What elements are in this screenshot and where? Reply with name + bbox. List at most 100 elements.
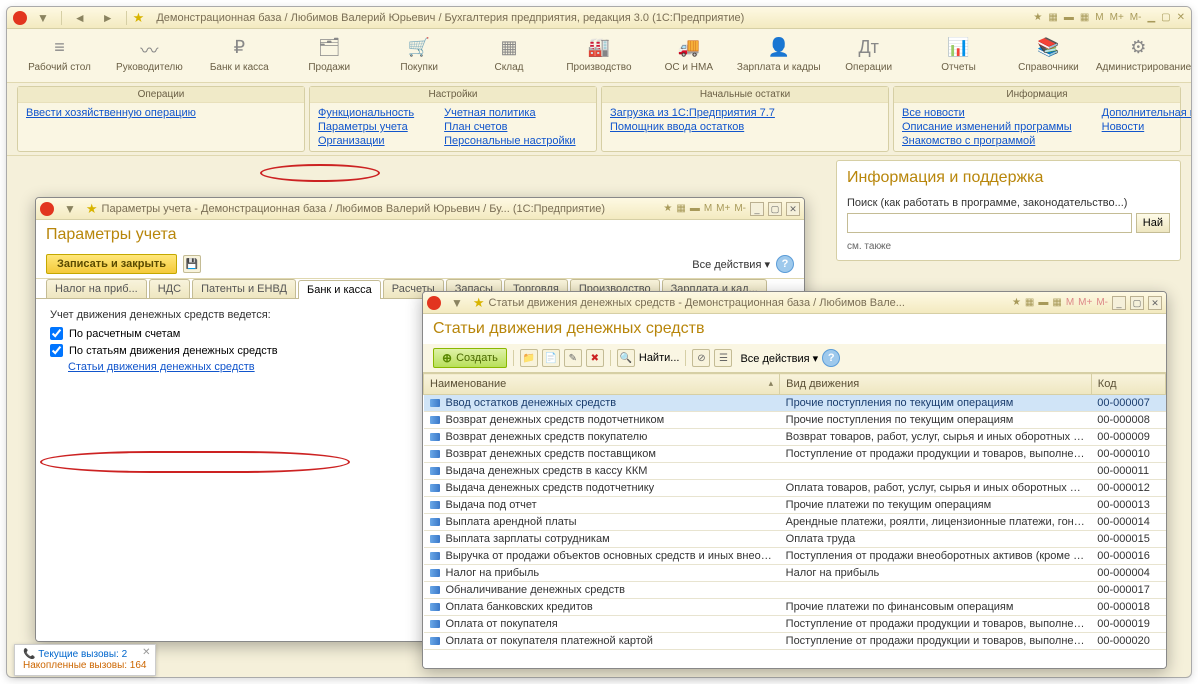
maximize-button[interactable]: ▢ <box>768 202 782 216</box>
favorite-icon[interactable]: ★ <box>133 10 145 26</box>
titlebar-icon[interactable]: M <box>704 203 712 214</box>
panel-link[interactable]: Помощник ввода остатков <box>610 121 775 133</box>
dropdown-icon[interactable]: ▼ <box>31 11 55 25</box>
close-button[interactable]: ✕ <box>786 202 800 216</box>
nav-back-icon[interactable]: ◄ <box>68 11 92 25</box>
tab[interactable]: Патенты и ЕНВД <box>192 279 296 298</box>
table-row[interactable]: Выплата зарплаты сотрудникамОплата труда… <box>424 531 1166 548</box>
panel-link[interactable]: Загрузка из 1С:Предприятия 7.7 <box>610 107 775 119</box>
table-wrap[interactable]: Наименование▴ Вид движения Код Ввод оста… <box>423 373 1166 668</box>
close-icon[interactable]: ✕ <box>142 647 150 658</box>
table-row[interactable]: Выдача денежных средств подотчетникуОпла… <box>424 480 1166 497</box>
tab[interactable]: НДС <box>149 279 190 298</box>
search-input[interactable] <box>847 213 1132 233</box>
tab[interactable]: Налог на приб... <box>46 279 147 298</box>
dropdown-icon[interactable]: ▼ <box>58 202 82 216</box>
edit-button[interactable]: ✎ <box>564 349 582 367</box>
find-button[interactable]: Найти... <box>639 352 680 364</box>
titlebar-icon[interactable]: ★ <box>663 203 672 214</box>
toolbar-item[interactable]: 🚚ОС и НМА <box>646 37 731 74</box>
panel-link[interactable]: Организации <box>318 135 414 147</box>
panel-link[interactable]: План счетов <box>444 121 575 133</box>
toolbar-item[interactable]: ₽Банк и касса <box>197 37 282 74</box>
toolbar-item[interactable]: ≡Рабочий стол <box>17 37 102 74</box>
table-row[interactable]: Возврат денежных средств поставщикомПост… <box>424 446 1166 463</box>
maximize-button[interactable]: ▢ <box>1130 296 1144 310</box>
titlebar-icon[interactable]: ▦ <box>1048 12 1057 23</box>
col-type[interactable]: Вид движения <box>780 374 1092 395</box>
panel-link[interactable]: Все новости <box>902 107 1072 119</box>
create-button[interactable]: ⊕Создать <box>433 348 507 368</box>
checkbox-input[interactable] <box>50 344 63 357</box>
minimize-icon[interactable]: ▁ <box>1147 12 1155 23</box>
titlebar-icon[interactable]: M <box>1095 12 1103 23</box>
panel-link[interactable]: Знакомство с программой <box>902 135 1072 147</box>
table-row[interactable]: Оплата от покупателя платежной картойПос… <box>424 633 1166 650</box>
tab[interactable]: Банк и касса <box>298 280 381 299</box>
titlebar-icon[interactable]: ▦ <box>1052 297 1061 308</box>
save-icon-button[interactable]: 💾 <box>183 255 201 273</box>
toolbar-item[interactable]: 🛒Покупки <box>377 37 462 74</box>
table-row[interactable]: Возврат денежных средств покупателюВозвр… <box>424 429 1166 446</box>
titlebar-icon[interactable]: M- <box>1130 12 1142 23</box>
titlebar-icon[interactable]: ★ <box>1012 297 1021 308</box>
titlebar-icon[interactable]: ▦ <box>1080 12 1089 23</box>
copy-button[interactable]: 📄 <box>542 349 560 367</box>
titlebar-icon[interactable]: ▬ <box>1038 297 1048 308</box>
titlebar-icon[interactable]: M+ <box>1078 297 1092 308</box>
panel-link[interactable]: Ввести хозяйственную операцию <box>26 107 196 119</box>
panel-link[interactable]: Параметры учета <box>318 121 414 133</box>
titlebar-icon[interactable]: M <box>1066 297 1074 308</box>
titlebar-icon[interactable]: ▦ <box>1025 297 1034 308</box>
toolbar-item[interactable]: ⚙Администрирование <box>1096 37 1181 74</box>
table-row[interactable]: Выдача под отчетПрочие платежи по текущи… <box>424 497 1166 514</box>
panel-link[interactable]: Дополнительная информация <box>1102 107 1192 119</box>
maximize-icon[interactable]: ▢ <box>1161 12 1170 23</box>
nav-fwd-icon[interactable]: ► <box>96 11 120 25</box>
all-actions-button[interactable]: Все действия ▾ <box>740 352 818 365</box>
toolbar-item[interactable]: 📊Отчеты <box>916 37 1001 74</box>
new-folder-button[interactable]: 📁 <box>520 349 538 367</box>
table-row[interactable]: Оплата от покупателяПоступление от прода… <box>424 616 1166 633</box>
table-row[interactable]: Оплата банковских кредитовПрочие платежи… <box>424 599 1166 616</box>
save-close-button[interactable]: Записать и закрыть <box>46 254 177 274</box>
clear-filter-button[interactable]: ⊘ <box>692 349 710 367</box>
table-row[interactable]: Налог на прибыльНалог на прибыль00-00000… <box>424 565 1166 582</box>
table-row[interactable]: Возврат денежных средств подотчетникомПр… <box>424 412 1166 429</box>
col-name[interactable]: Наименование▴ <box>424 374 780 395</box>
col-code[interactable]: Код <box>1091 374 1165 395</box>
favorite-icon[interactable]: ★ <box>86 201 98 217</box>
cashflow-link[interactable]: Статьи движения денежных средств <box>68 361 255 373</box>
titlebar-icon[interactable]: ▬ <box>1064 12 1074 23</box>
search-button[interactable]: Най <box>1136 213 1170 233</box>
titlebar-icon[interactable]: M- <box>1096 297 1108 308</box>
close-button[interactable]: ✕ <box>1148 296 1162 310</box>
favorite-icon[interactable]: ★ <box>473 295 485 311</box>
toolbar-item[interactable]: 🗂Продажи <box>287 37 372 74</box>
status-line[interactable]: 📞 Текущие вызовы: 2 <box>23 649 147 660</box>
toolbar-item[interactable]: 〰Руководителю <box>107 37 192 74</box>
toolbar-item[interactable]: 👤Зарплата и кадры <box>736 37 821 74</box>
close-icon[interactable]: ✕ <box>1177 12 1185 23</box>
help-button[interactable]: ? <box>776 255 794 273</box>
toolbar-item[interactable]: 🏭Производство <box>556 37 641 74</box>
panel-link[interactable]: Описание изменений программы <box>902 121 1072 133</box>
checkbox-input[interactable] <box>50 327 63 340</box>
titlebar-icon[interactable]: ▦ <box>676 203 685 214</box>
table-row[interactable]: Ввод остатков денежных средствПрочие пос… <box>424 395 1166 412</box>
titlebar-icon[interactable]: M+ <box>716 203 730 214</box>
titlebar-icon[interactable]: M- <box>734 203 746 214</box>
dropdown-icon[interactable]: ▼ <box>445 296 469 310</box>
table-row[interactable]: Выдача денежных средств в кассу ККМ00-00… <box>424 463 1166 480</box>
titlebar-icon[interactable]: ★ <box>1033 12 1042 23</box>
table-row[interactable]: Выплата арендной платыАрендные платежи, … <box>424 514 1166 531</box>
panel-link[interactable]: Функциональность <box>318 107 414 119</box>
table-row[interactable]: Выручка от продажи объектов основных сре… <box>424 548 1166 565</box>
delete-button[interactable]: ✖ <box>586 349 604 367</box>
table-row[interactable]: Обналичивание денежных средств00-000017 <box>424 582 1166 599</box>
all-actions-button[interactable]: Все действия ▾ <box>692 258 770 271</box>
toolbar-item[interactable]: ▦Склад <box>467 37 552 74</box>
panel-link[interactable]: Новости <box>1102 121 1192 133</box>
minimize-button[interactable]: _ <box>750 202 764 216</box>
panel-link[interactable]: Учетная политика <box>444 107 575 119</box>
